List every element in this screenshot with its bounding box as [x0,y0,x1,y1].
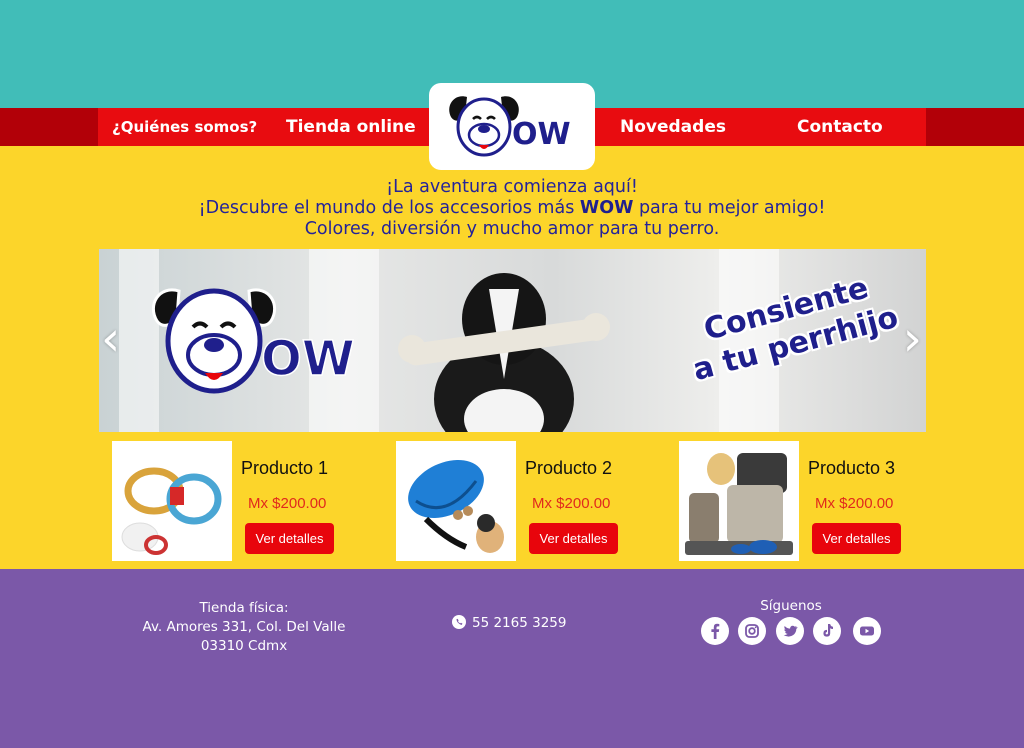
product-card: Producto 3 Mx $200.00 Ver detalles [679,441,919,562]
whatsapp-icon [452,615,466,629]
site-footer: Tienda física: Av. Amores 331, Col. Del … [0,569,1024,748]
nav-item-contact[interactable]: Contacto [797,108,883,146]
intro-line-2-end: para tu mejor amigo! [633,198,826,218]
product-name: Producto 2 [525,458,613,478]
site-logo[interactable]: OW [429,83,595,170]
product-image-rubber-ball-toy[interactable] [396,441,516,561]
intro-line-3: Colores, diversión y mucho amor para tu … [304,219,720,239]
store-zip: 03310 Cdmx [200,638,288,654]
tiktok-icon[interactable] [813,617,841,645]
phone-number: 55 2165 3259 [472,615,567,631]
product-card: Producto 2 Mx $200.00 Ver detalles [396,441,636,562]
intro-line-2-start: ¡Descubre el mundo de los accesorios más [198,198,580,218]
dog-logo-icon: OW [449,96,571,157]
banner-dog-logo: OW [151,288,356,394]
social-links [700,617,884,645]
product-image-rope-toy[interactable] [112,441,232,561]
banner-dog-photo [398,273,610,432]
banner-slogan: Consiente a tu perrhijo [656,259,926,396]
chevron-left-icon[interactable]: ‹ [101,311,120,367]
product-name: Producto 1 [241,458,329,478]
store-title: Tienda física: [199,600,289,616]
view-details-button[interactable]: Ver detalles [245,523,334,554]
intro-line-2: ¡Descubre el mundo de los accesorios más… [0,198,1024,219]
nav-item-shop[interactable]: Tienda online [286,108,416,146]
youtube-icon[interactable] [853,617,881,645]
view-details-button[interactable]: Ver detalles [812,523,901,554]
store-info: Tienda física: Av. Amores 331, Col. Del … [130,599,358,656]
facebook-icon[interactable] [701,617,729,645]
chevron-right-icon[interactable]: › [903,311,922,367]
intro-wow-word: WOW [579,198,634,218]
svg-text:OW: OW [261,331,355,387]
product-price: Mx $200.00 [815,495,894,512]
intro-line-1: ¡La aventura comienza aquí! [386,177,638,197]
store-address: Av. Amores 331, Col. Del Valle [142,619,346,635]
product-image-travel-bag-kit[interactable] [679,441,799,561]
product-card: Producto 1 Mx $200.00 Ver detalles [112,441,352,562]
instagram-icon[interactable] [738,617,766,645]
intro-text: ¡La aventura comienza aquí! ¡Descubre el… [0,177,1024,240]
view-details-button[interactable]: Ver detalles [529,523,618,554]
svg-text:OW: OW [512,117,571,152]
phone-contact[interactable]: 55 2165 3259 [452,614,566,632]
follow-label: Síguenos [760,598,822,614]
twitter-icon[interactable] [776,617,804,645]
nav-item-about[interactable]: ¿Quiénes somos? [112,108,257,146]
hero-carousel: OW Consiente a tu perrhijo ‹ › [99,249,926,432]
product-name: Producto 3 [808,458,896,478]
product-price: Mx $200.00 [248,495,327,512]
nav-item-news[interactable]: Novedades [620,108,726,146]
product-price: Mx $200.00 [532,495,611,512]
